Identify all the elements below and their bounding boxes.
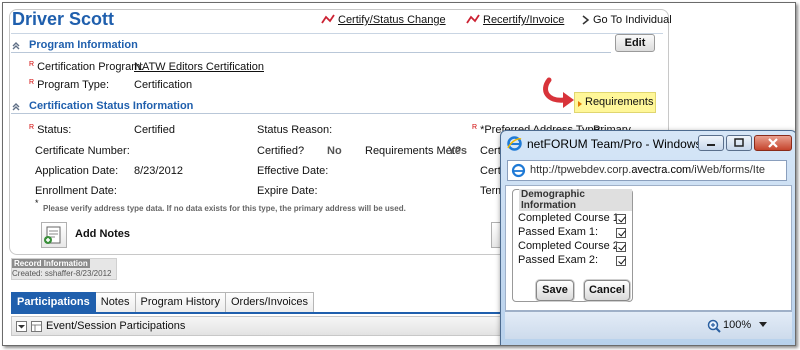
status-label: R Status:	[29, 124, 72, 136]
zoom-dropdown-icon[interactable]	[759, 322, 767, 328]
requirements-link[interactable]: Requirements	[574, 92, 656, 113]
close-icon	[768, 138, 778, 148]
go-to-individual-label: Go To Individual	[593, 14, 672, 26]
tab-participations[interactable]: Participations	[11, 292, 96, 313]
application-frame: Driver Scott Certify/Status Change Recer…	[2, 2, 796, 346]
title-divider	[11, 33, 663, 34]
save-button[interactable]: Save	[536, 280, 574, 301]
certify-link-label: Certify/Status Change	[338, 14, 446, 26]
zoom-level[interactable]: 100%	[723, 319, 751, 331]
tab-program-history[interactable]: Program History	[135, 292, 226, 313]
certify-link[interactable]: Certify/Status Change	[321, 14, 446, 26]
completed-course-2-checkbox[interactable]	[616, 242, 626, 252]
demographic-title: Demographic Information	[519, 189, 632, 211]
curved-arrow-icon	[543, 77, 574, 108]
program-info-title: Program Information	[29, 39, 138, 51]
cert-program-label: R Certification Program:	[29, 61, 144, 73]
notepad-icon	[44, 226, 61, 244]
requirements-met-label: Requirements Met?	[365, 145, 461, 157]
recertify-link[interactable]: Recertify/Invoice	[466, 14, 564, 26]
grid-icon[interactable]	[31, 321, 42, 332]
popup-window: netFORUM Team/Pro - Windows I... http://…	[500, 130, 795, 345]
completed-course-2-label: Completed Course 2:	[518, 240, 622, 252]
status-reason-label: Status Reason:	[257, 124, 333, 136]
enrollment-date-label: Enrollment Date:	[35, 185, 117, 197]
collapse-icon	[12, 42, 20, 50]
event-section-title: Event/Session Participations	[46, 320, 186, 332]
cancel-button[interactable]: Cancel	[584, 280, 630, 301]
certify-icon	[321, 14, 335, 24]
go-to-individual-link[interactable]: Go To Individual	[582, 14, 672, 26]
cert-program-value[interactable]: NATW Editors Certification	[134, 61, 264, 73]
arrow-right-icon	[582, 15, 590, 25]
cert-number-label: Certificate Number:	[35, 145, 130, 157]
completed-course-1-label: Completed Course 1:	[518, 212, 622, 224]
edit-button[interactable]: Edit	[615, 34, 655, 52]
cert-status-rule	[11, 113, 571, 114]
add-notes-label[interactable]: Add Notes	[75, 228, 130, 240]
maximize-button[interactable]	[726, 135, 752, 151]
minimize-button[interactable]	[698, 135, 724, 151]
program-type-value: Certification	[134, 79, 193, 91]
chevron-down-icon	[18, 325, 25, 329]
recertify-icon	[466, 14, 480, 24]
tab-notes[interactable]: Notes	[95, 292, 136, 313]
program-info-header[interactable]: Program Information	[11, 39, 138, 51]
expand-toggle[interactable]	[16, 321, 27, 332]
record-info-title: Record Information	[12, 259, 90, 268]
add-notes-button[interactable]	[41, 222, 67, 248]
note-star: *	[35, 198, 39, 208]
url-domain: avectra.com	[631, 164, 692, 176]
requirements-met-value: Yes	[448, 145, 467, 157]
page-title: Driver Scott	[12, 9, 115, 29]
demographic-fieldset: Demographic Information Completed Course…	[512, 189, 633, 302]
passed-exam-1-checkbox[interactable]	[616, 228, 626, 238]
program-type-label: R Program Type:	[29, 79, 110, 91]
popup-content: Demographic Information Completed Course…	[505, 185, 792, 311]
event-section-header: Event/Session Participations	[11, 316, 501, 336]
passed-exam-2-label: Passed Exam 2:	[518, 254, 599, 266]
minimize-icon	[707, 144, 715, 146]
program-info-rule	[11, 52, 611, 53]
application-date-label: Application Date:	[35, 165, 119, 177]
ie-page-icon	[511, 163, 526, 178]
cert-status-header[interactable]: Certification Status Information	[11, 100, 193, 112]
expire-date-label: Expire Date:	[257, 185, 318, 197]
address-note: Please verify address type data. If no d…	[43, 204, 406, 213]
zoom-icon	[707, 319, 721, 333]
tab-bar: Participations Notes Program History Ord…	[11, 292, 493, 313]
url-prefix: http://tpwebdev.corp.	[530, 164, 632, 176]
certified-value: No	[327, 145, 342, 157]
recertify-link-label: Recertify/Invoice	[483, 14, 565, 26]
url-suffix: /iWeb/forms/Ite	[691, 164, 765, 176]
completed-course-1-checkbox[interactable]	[616, 214, 626, 224]
record-created: Created: sshaffer-8/23/2012	[12, 269, 112, 278]
popup-titlebar[interactable]: netFORUM Team/Pro - Windows I...	[501, 131, 795, 155]
passed-exam-1-label: Passed Exam 1:	[518, 226, 599, 238]
cert-truncated-label-1: Cert	[480, 145, 501, 157]
cert-truncated-label-2: Cert	[480, 165, 501, 177]
passed-exam-2-checkbox[interactable]	[616, 256, 626, 266]
tab-orders-invoices[interactable]: Orders/Invoices	[225, 292, 314, 313]
ie-icon	[507, 136, 522, 151]
application-date-value: 8/23/2012	[134, 165, 183, 177]
address-bar[interactable]: http://tpwebdev.corp.avectra.com/iWeb/fo…	[507, 160, 787, 181]
popup-statusbar: 100%	[505, 311, 792, 339]
tab-underline	[11, 312, 501, 314]
certified-label: Certified?	[257, 145, 305, 157]
collapse-icon	[12, 103, 20, 111]
status-value: Certified	[134, 124, 175, 136]
popup-title: netFORUM Team/Pro - Windows I...	[527, 137, 719, 151]
effective-date-label: Effective Date:	[257, 165, 329, 177]
cert-status-title: Certification Status Information	[29, 100, 194, 112]
close-button[interactable]	[754, 135, 792, 151]
maximize-icon	[734, 138, 744, 147]
